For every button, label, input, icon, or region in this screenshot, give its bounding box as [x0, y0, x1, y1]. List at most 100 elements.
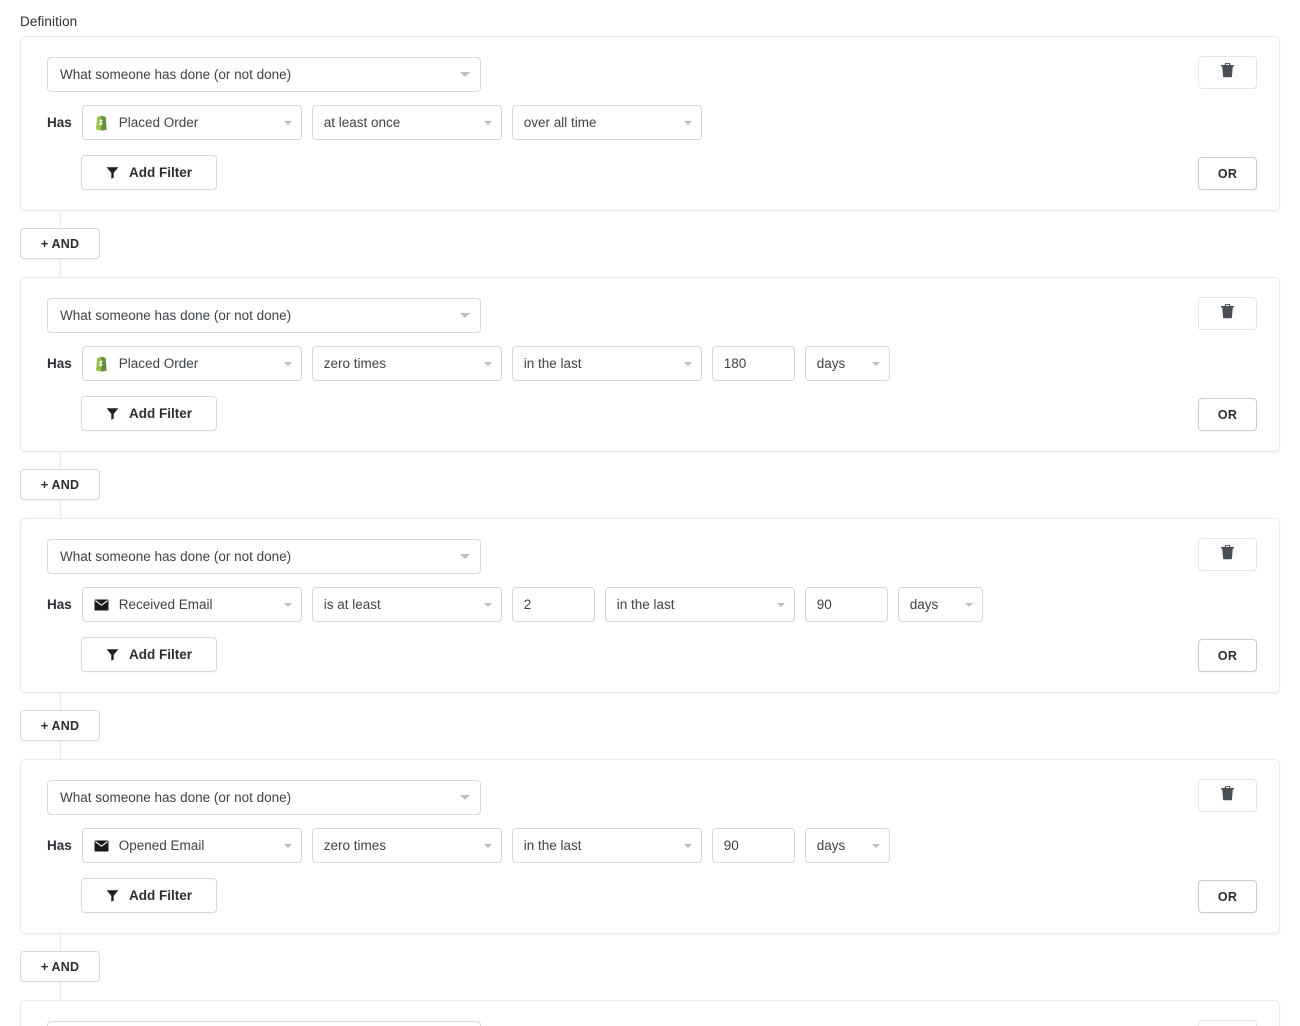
chevron-down-icon: [460, 554, 470, 559]
condition-blocks-container: What someone has done (or not done) Has Pl…: [0, 36, 1300, 1026]
condition-type-value: What someone has done (or not done): [60, 549, 292, 564]
add-and-condition-button[interactable]: + AND: [20, 710, 100, 741]
condition-prefix-label: Has: [47, 597, 72, 612]
timeframe-select[interactable]: in the last: [604, 587, 795, 622]
add-filter-row: Add Filter: [47, 396, 1257, 431]
chevron-down-icon: [964, 602, 973, 607]
delete-condition-button[interactable]: [1198, 297, 1257, 330]
trash-icon: [1221, 303, 1234, 324]
condition-detail-row: Has Received Email is at least 2 in the last…: [47, 587, 1257, 622]
condition-type-value: What someone has done (or not done): [60, 790, 292, 805]
frequency-select-value: at least once: [323, 115, 401, 130]
or-label: OR: [1217, 407, 1238, 422]
add-and-condition-button[interactable]: + AND: [20, 228, 100, 259]
trash-icon: [1221, 544, 1234, 565]
delete-condition-button[interactable]: [1198, 56, 1257, 89]
and-connector: + AND: [0, 934, 1300, 1000]
duration-unit-select-value: days: [816, 356, 846, 371]
add-filter-row: Add Filter: [47, 637, 1257, 672]
frequency-select[interactable]: at least once: [311, 105, 502, 140]
chevron-down-icon: [483, 843, 492, 848]
add-filter-button[interactable]: Add Filter: [81, 155, 217, 190]
condition-type-row: What someone has done (or not done): [47, 298, 1257, 333]
chevron-down-icon: [683, 843, 692, 848]
frequency-select[interactable]: zero times: [311, 828, 502, 863]
add-filter-button[interactable]: Add Filter: [81, 637, 217, 672]
metric-value: Received Email: [118, 597, 213, 612]
timeframe-select[interactable]: over all time: [511, 105, 702, 140]
and-connector: + AND: [0, 211, 1300, 277]
count-input[interactable]: 2: [511, 587, 595, 622]
add-or-condition-button[interactable]: OR: [1198, 398, 1257, 431]
duration-input[interactable]: 180: [711, 346, 795, 381]
filter-solid-icon: [106, 648, 119, 661]
condition-type-row: What someone has done (or not done): [47, 780, 1257, 815]
condition-type-select[interactable]: What someone has done (or not done): [47, 539, 481, 574]
condition-type-value: What someone has done (or not done): [60, 67, 292, 82]
duration-input-value: 90: [723, 838, 739, 853]
add-filter-label: Add Filter: [129, 165, 192, 180]
timeframe-select[interactable]: in the last: [511, 346, 702, 381]
metric-select[interactable]: Received Email: [81, 587, 302, 622]
condition-type-select[interactable]: If someone can or cannot receive marketi…: [47, 1021, 481, 1026]
add-filter-label: Add Filter: [129, 888, 192, 903]
duration-unit-select-value: days: [909, 597, 939, 612]
add-or-condition-button[interactable]: OR: [1198, 157, 1257, 190]
add-or-condition-button[interactable]: OR: [1198, 639, 1257, 672]
duration-input-value: 180: [723, 356, 747, 371]
metric-value: Placed Order: [118, 115, 199, 130]
metric-value: Opened Email: [118, 838, 205, 853]
duration-input[interactable]: 90: [711, 828, 795, 863]
metric-select[interactable]: Placed Order: [81, 105, 302, 140]
duration-input-value: 90: [816, 597, 832, 612]
delete-condition-button[interactable]: [1198, 538, 1257, 571]
condition-type-select[interactable]: What someone has done (or not done): [47, 57, 481, 92]
duration-unit-select[interactable]: days: [804, 346, 890, 381]
condition-type-row: If someone can or cannot receive marketi…: [47, 1021, 1257, 1026]
timeframe-select-value: in the last: [523, 356, 582, 371]
condition-type-select[interactable]: What someone has done (or not done): [47, 780, 481, 815]
chevron-down-icon: [483, 602, 492, 607]
chevron-down-icon: [460, 313, 470, 318]
or-label: OR: [1217, 889, 1238, 904]
and-label: AND: [51, 236, 80, 251]
condition-prefix-label: Has: [47, 838, 72, 853]
duration-unit-select[interactable]: days: [804, 828, 890, 863]
condition-detail-row: Has Placed Order at least once over all tim…: [47, 105, 1257, 140]
add-and-condition-button[interactable]: + AND: [20, 951, 100, 982]
chevron-down-icon: [683, 120, 692, 125]
frequency-select-value: is at least: [323, 597, 381, 612]
add-filter-label: Add Filter: [129, 647, 192, 662]
condition-type-select[interactable]: What someone has done (or not done): [47, 298, 481, 333]
chevron-down-icon: [460, 72, 470, 77]
metric-select[interactable]: Placed Order: [81, 346, 302, 381]
condition-card: What someone has done (or not done) Has Op…: [20, 759, 1280, 934]
frequency-select-value: zero times: [323, 356, 387, 371]
chevron-down-icon: [283, 843, 292, 848]
chevron-down-icon: [283, 602, 292, 607]
condition-prefix-label: Has: [47, 356, 72, 371]
frequency-select[interactable]: zero times: [311, 346, 502, 381]
duration-input[interactable]: 90: [804, 587, 888, 622]
duration-unit-select[interactable]: days: [897, 587, 983, 622]
timeframe-select[interactable]: in the last: [511, 828, 702, 863]
plus-icon: +: [40, 959, 49, 974]
add-filter-row: Add Filter: [47, 878, 1257, 913]
frequency-select[interactable]: is at least: [311, 587, 502, 622]
condition-card: What someone has done (or not done) Has Pl…: [20, 277, 1280, 452]
condition-detail-row: Has Opened Email zero times in the last 90 da…: [47, 828, 1257, 863]
add-filter-button[interactable]: Add Filter: [81, 878, 217, 913]
delete-condition-button[interactable]: [1198, 1020, 1257, 1026]
and-label: AND: [51, 477, 80, 492]
add-or-condition-button[interactable]: OR: [1198, 880, 1257, 913]
or-label: OR: [1217, 648, 1238, 663]
chevron-down-icon: [283, 361, 292, 366]
condition-detail-row: Has Placed Order zero times in the last 180 d…: [47, 346, 1257, 381]
plus-icon: +: [40, 477, 49, 492]
condition-card: If someone can or cannot receive marketi…: [20, 1000, 1280, 1026]
add-filter-label: Add Filter: [129, 406, 192, 421]
metric-select[interactable]: Opened Email: [81, 828, 302, 863]
delete-condition-button[interactable]: [1198, 779, 1257, 812]
add-and-condition-button[interactable]: + AND: [20, 469, 100, 500]
add-filter-button[interactable]: Add Filter: [81, 396, 217, 431]
